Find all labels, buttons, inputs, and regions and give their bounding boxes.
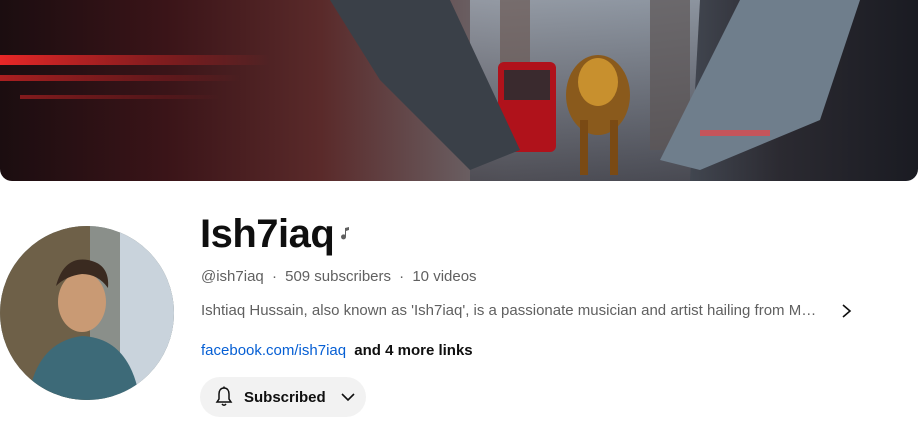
meta-separator: ·	[399, 268, 405, 285]
channel-description[interactable]: Ishtiaq Hussain, also known as 'Ish7iaq'…	[201, 301, 831, 321]
channel-meta: @ish7iaq · 509 subscribers · 10 videos	[201, 267, 477, 287]
video-count: 10 videos	[412, 268, 477, 285]
channel-avatar[interactable]	[0, 226, 174, 400]
more-links-button[interactable]: and 4 more links	[354, 342, 472, 359]
channel-handle: @ish7iaq	[201, 268, 264, 285]
subscriber-count: 509 subscribers	[285, 268, 391, 285]
channel-links: facebook.com/ish7iaq and 4 more links	[201, 341, 473, 361]
meta-separator: ·	[271, 268, 277, 285]
facebook-link[interactable]: facebook.com/ish7iaq	[201, 342, 346, 359]
channel-title: Ish7iaq	[200, 212, 335, 256]
bell-icon	[215, 386, 233, 406]
chevron-down-icon	[341, 393, 355, 402]
avatar-photo	[0, 226, 174, 400]
subscribed-label: Subscribed	[244, 388, 326, 406]
subscribed-button[interactable]: Subscribed	[200, 377, 366, 417]
channel-banner	[0, 0, 918, 181]
banner-artwork	[0, 0, 860, 181]
music-note-icon	[341, 227, 349, 240]
chevron-right-icon[interactable]	[838, 301, 856, 321]
